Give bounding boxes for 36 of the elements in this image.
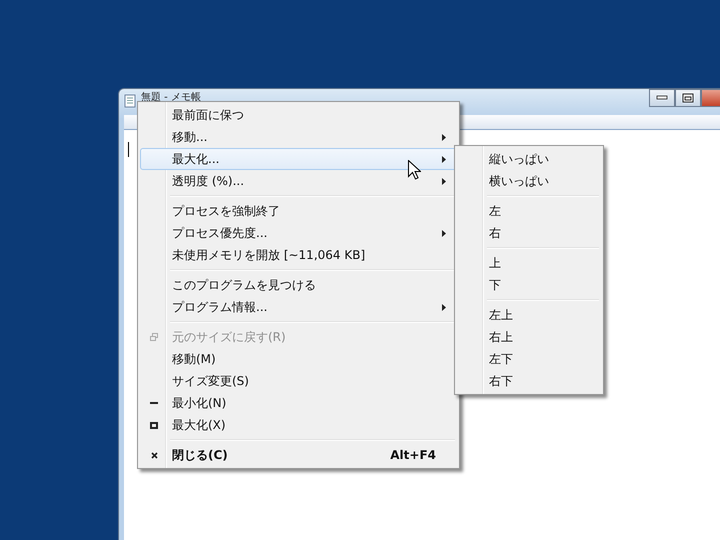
window-title: 無題 - メモ帳 [141, 91, 201, 104]
menu-item[interactable]: プログラム情報... [140, 296, 457, 318]
menu-item[interactable]: 右 [457, 222, 601, 244]
close-icon [150, 452, 158, 458]
notepad-icon [123, 94, 137, 108]
menu-item[interactable]: 最前面に保つ [140, 104, 457, 126]
restore-icon [150, 333, 158, 341]
maximize-icon [682, 93, 694, 103]
menu-item[interactable]: 下 [457, 274, 601, 296]
menu-item[interactable]: 右上 [457, 326, 601, 348]
maximize-icon [150, 422, 158, 428]
text-cursor [128, 142, 129, 157]
menu-item[interactable]: 縦いっぱい [457, 148, 601, 170]
menu-item[interactable]: 上 [457, 252, 601, 274]
menu-item[interactable]: 右下 [457, 370, 601, 392]
menu-item[interactable]: 未使用メモリを開放 [~11,064 KB] [140, 244, 457, 266]
menu-item[interactable]: 閉じる(C) Alt+F4 [140, 444, 457, 466]
menu-item[interactable]: 横いっぱい [457, 170, 601, 192]
menu-item[interactable]: 最小化(N) [140, 392, 457, 414]
menu-item[interactable]: プロセス優先度... [140, 222, 457, 244]
minimize-icon [150, 402, 158, 404]
menu-item[interactable]: サイズ変更(S) [140, 370, 457, 392]
menu-item[interactable]: 左上 [457, 304, 601, 326]
minimize-button[interactable] [649, 89, 675, 107]
menu-item[interactable]: 左 [457, 200, 601, 222]
menu-item[interactable]: 移動... [140, 126, 457, 148]
menu-item[interactable]: 透明度 (%)... [140, 170, 457, 192]
maximize-button[interactable] [675, 89, 701, 107]
menu-item[interactable]: 左下 [457, 348, 601, 370]
menu-item[interactable]: プロセスを強制終了 [140, 200, 457, 222]
menu-item[interactable]: このプログラムを見つける [140, 274, 457, 296]
menu-item[interactable]: 移動(M) [140, 348, 457, 370]
minimize-icon [656, 95, 668, 101]
menu-item[interactable]: 最大化(X) [140, 414, 457, 436]
mouse-pointer-icon [408, 160, 421, 180]
menu-item[interactable]: 最大化... [140, 148, 457, 170]
